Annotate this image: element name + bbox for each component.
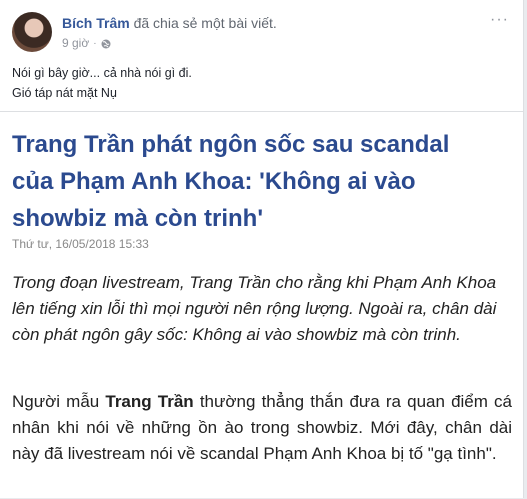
post-text-line: Nói gì bây giờ... cả nhà nói gì đi. [12, 66, 192, 80]
shared-article[interactable]: Trang Trần phát ngôn sốc sau scandal của… [0, 111, 524, 499]
article-date: Thứ tư, 16/05/2018 15:33 [12, 237, 149, 251]
author-name-link[interactable]: Bích Trâm [62, 15, 130, 31]
post-card: Bích Trâm đã chia sẻ một bài viết. 9 giờ… [0, 0, 524, 498]
post-meta: 9 giờ · [62, 36, 111, 50]
globe-icon[interactable] [101, 38, 111, 49]
meta-separator: · [93, 37, 97, 49]
more-options-icon[interactable]: ··· [490, 12, 509, 28]
article-body-text: Người mẫu [12, 392, 106, 411]
post-text-line: Gió táp nát mặt Nụ [12, 86, 117, 100]
post-timestamp-link[interactable]: 9 giờ [62, 36, 89, 50]
author-line: Bích Trâm đã chia sẻ một bài viết. [62, 15, 277, 31]
article-body: Người mẫu Trang Trần thường thẳng thắn đ… [12, 389, 512, 467]
post-text: Nói gì bây giờ... cả nhà nói gì đi. Gió … [12, 63, 192, 103]
article-lead: Trong đoạn livestream, Trang Trần cho rằ… [12, 273, 497, 344]
article-body-bold-name: Trang Trần [105, 392, 194, 411]
post-header: Bích Trâm đã chia sẻ một bài viết. 9 giờ… [12, 12, 511, 56]
share-action-text: đã chia sẻ một bài viết. [133, 15, 277, 31]
article-title[interactable]: Trang Trần phát ngôn sốc sau scandal của… [12, 126, 482, 237]
avatar[interactable] [12, 12, 52, 52]
